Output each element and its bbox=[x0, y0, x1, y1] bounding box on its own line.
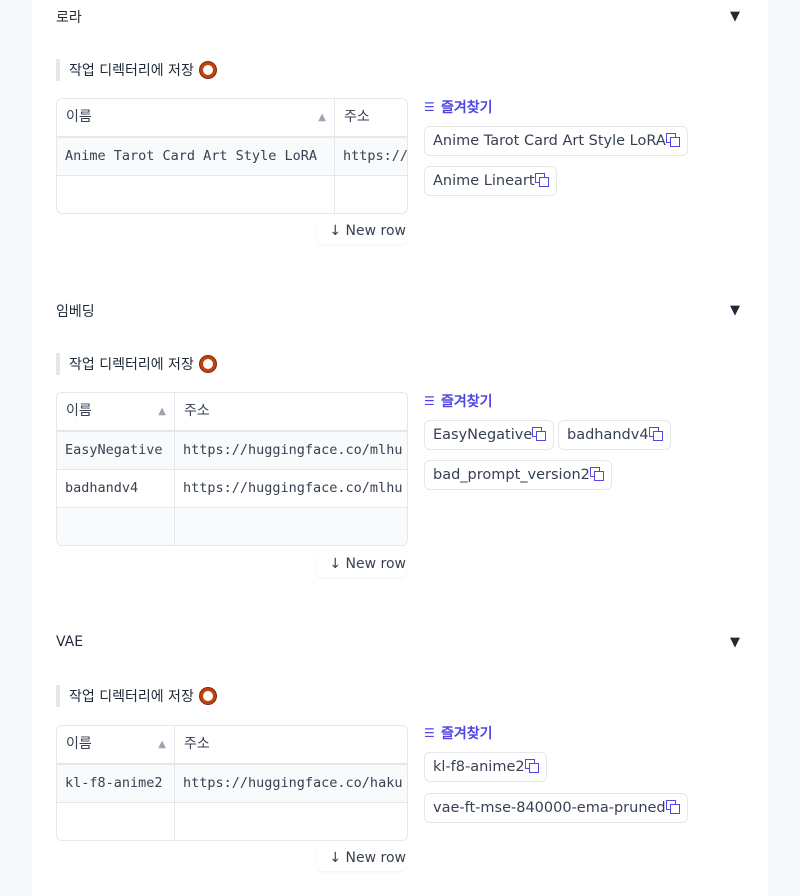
list-icon: ☰ bbox=[424, 394, 435, 408]
cell-url[interactable]: https:// bbox=[335, 138, 407, 175]
favorite-chip[interactable]: badhandv4 bbox=[558, 420, 671, 450]
table-header: 이름 ▲ 주소 bbox=[57, 393, 407, 432]
save-label: 작업 디렉터리에 저장 bbox=[69, 63, 194, 79]
column-header-name[interactable]: 이름 ▲ bbox=[57, 99, 335, 136]
table-header: 이름 ▲ 주소 bbox=[57, 726, 407, 765]
cell-url[interactable]: https://huggingface.co/mlhu bbox=[175, 432, 407, 469]
favorites-label: 즐겨찾기 bbox=[441, 394, 493, 410]
radio-ring-icon[interactable] bbox=[199, 356, 216, 372]
list-icon: ☰ bbox=[424, 726, 435, 740]
save-to-workdir-toggle[interactable]: 작업 디렉터리에 저장 bbox=[56, 685, 216, 707]
radio-ring-icon[interactable] bbox=[199, 688, 216, 704]
column-label: 주소 bbox=[184, 403, 210, 419]
copy-icon[interactable] bbox=[524, 759, 539, 773]
table-row[interactable]: EasyNegative https://huggingface.co/mlhu bbox=[57, 432, 407, 470]
table-row-empty[interactable] bbox=[57, 508, 407, 545]
table-row-empty[interactable] bbox=[57, 176, 407, 213]
cell-name[interactable] bbox=[57, 176, 335, 213]
copy-icon[interactable] bbox=[589, 467, 604, 481]
cell-name[interactable] bbox=[57, 508, 175, 545]
copy-icon[interactable] bbox=[534, 173, 549, 187]
cell-name[interactable]: EasyNegative bbox=[57, 432, 175, 469]
column-header-url[interactable]: 주소 bbox=[175, 393, 407, 430]
favorites-header: ☰ 즐겨찾기 bbox=[424, 97, 493, 117]
save-label: 작업 디렉터리에 저장 bbox=[69, 357, 194, 373]
copy-icon[interactable] bbox=[532, 427, 547, 441]
column-header-url[interactable]: 주소 bbox=[175, 726, 407, 763]
list-icon: ☰ bbox=[424, 100, 435, 114]
section-title: 임베딩 bbox=[56, 304, 95, 320]
chip-label: bad_prompt_version2 bbox=[433, 467, 590, 483]
collapse-triangle-icon[interactable]: ▼ bbox=[730, 635, 740, 650]
sort-up-icon: ▲ bbox=[158, 406, 166, 417]
table-row-empty[interactable] bbox=[57, 803, 407, 840]
cell-name[interactable]: badhandv4 bbox=[57, 470, 175, 507]
favorite-chip[interactable]: Anime Tarot Card Art Style LoRA bbox=[424, 126, 688, 156]
cell-url[interactable] bbox=[175, 508, 407, 545]
column-label: 주소 bbox=[184, 736, 210, 752]
table-row[interactable]: badhandv4 https://huggingface.co/mlhu bbox=[57, 470, 407, 508]
favorites-label: 즐겨찾기 bbox=[441, 100, 493, 116]
cell-url[interactable]: https://huggingface.co/haku bbox=[175, 765, 407, 802]
favorite-chip[interactable]: kl-f8-anime2 bbox=[424, 752, 547, 782]
favorites-header: ☰ 즐겨찾기 bbox=[424, 723, 493, 743]
collapse-triangle-icon[interactable]: ▼ bbox=[730, 303, 740, 318]
column-label: 이름 bbox=[66, 736, 92, 752]
new-row-button[interactable]: ↓ New row bbox=[317, 219, 406, 244]
favorite-chip[interactable]: Anime Lineart bbox=[424, 166, 557, 196]
radio-ring-icon[interactable] bbox=[199, 62, 216, 78]
favorites-header: ☰ 즐겨찾기 bbox=[424, 391, 493, 411]
favorite-chip[interactable]: EasyNegative bbox=[424, 420, 555, 450]
favorite-chip[interactable]: vae-ft-mse-840000-ema-pruned bbox=[424, 793, 688, 823]
cell-url[interactable]: https://huggingface.co/mlhu bbox=[175, 470, 407, 507]
vae-table: 이름 ▲ 주소 kl-f8-anime2 https://huggingface… bbox=[56, 725, 408, 841]
section-lora: 로라 ▼ 작업 디렉터리에 저장 이름 ▲ 주소 Anime Tarot Car… bbox=[56, 0, 756, 260]
cell-url[interactable] bbox=[175, 803, 407, 840]
chip-label: Anime Lineart bbox=[433, 173, 535, 189]
section-vae: VAE ▼ 작업 디렉터리에 저장 이름 ▲ 주소 kl-f8-anime2 h… bbox=[56, 626, 756, 886]
collapse-triangle-icon[interactable]: ▼ bbox=[730, 9, 740, 24]
column-header-name[interactable]: 이름 ▲ bbox=[57, 393, 175, 430]
cell-name[interactable]: Anime Tarot Card Art Style LoRA bbox=[57, 138, 335, 175]
sort-up-icon: ▲ bbox=[318, 112, 326, 123]
new-row-button[interactable]: ↓ New row bbox=[317, 552, 406, 577]
column-header-name[interactable]: 이름 ▲ bbox=[57, 726, 175, 763]
save-label: 작업 디렉터리에 저장 bbox=[69, 689, 194, 705]
label-bar bbox=[56, 59, 60, 81]
chip-label: badhandv4 bbox=[567, 427, 649, 443]
cell-name[interactable]: kl-f8-anime2 bbox=[57, 765, 175, 802]
favorites-label: 즐겨찾기 bbox=[441, 726, 493, 742]
section-title: VAE bbox=[56, 634, 84, 650]
embedding-table: 이름 ▲ 주소 EasyNegative https://huggingface… bbox=[56, 392, 408, 546]
table-header: 이름 ▲ 주소 bbox=[57, 99, 407, 138]
column-label: 이름 bbox=[66, 109, 92, 125]
copy-icon[interactable] bbox=[665, 133, 680, 147]
table-row[interactable]: kl-f8-anime2 https://huggingface.co/haku bbox=[57, 765, 407, 803]
chip-label: kl-f8-anime2 bbox=[433, 759, 525, 775]
table-row[interactable]: Anime Tarot Card Art Style LoRA https:// bbox=[57, 138, 407, 176]
section-title: 로라 bbox=[56, 10, 82, 26]
cell-url[interactable] bbox=[335, 176, 407, 213]
chip-label: EasyNegative bbox=[433, 427, 533, 443]
column-header-url[interactable]: 주소 bbox=[335, 99, 407, 136]
sort-up-icon: ▲ bbox=[158, 739, 166, 750]
label-bar bbox=[56, 685, 60, 707]
column-label: 이름 bbox=[66, 403, 92, 419]
favorite-chip[interactable]: bad_prompt_version2 bbox=[424, 460, 612, 490]
column-label: 주소 bbox=[344, 109, 370, 125]
chip-label: vae-ft-mse-840000-ema-pruned bbox=[433, 800, 666, 816]
save-to-workdir-toggle[interactable]: 작업 디렉터리에 저장 bbox=[56, 59, 216, 81]
lora-table: 이름 ▲ 주소 Anime Tarot Card Art Style LoRA … bbox=[56, 98, 408, 214]
save-to-workdir-toggle[interactable]: 작업 디렉터리에 저장 bbox=[56, 353, 216, 375]
label-bar bbox=[56, 353, 60, 375]
chip-label: Anime Tarot Card Art Style LoRA bbox=[433, 133, 666, 149]
section-embedding: 임베딩 ▼ 작업 디렉터리에 저장 이름 ▲ 주소 EasyNegative h… bbox=[56, 294, 756, 594]
copy-icon[interactable] bbox=[665, 800, 680, 814]
cell-name[interactable] bbox=[57, 803, 175, 840]
copy-icon[interactable] bbox=[648, 427, 663, 441]
new-row-button[interactable]: ↓ New row bbox=[317, 846, 406, 871]
